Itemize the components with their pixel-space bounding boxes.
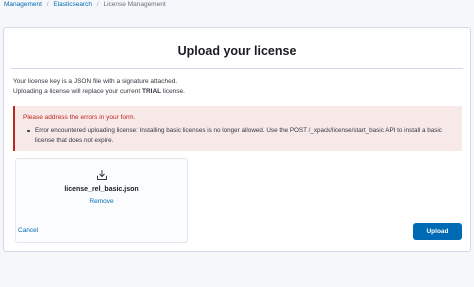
breadcrumb-management[interactable]: Management xyxy=(4,1,42,8)
description-text: Uploading a license will replace your cu… xyxy=(13,88,142,95)
license-type: TRIAL xyxy=(141,88,162,95)
remove-file-link[interactable]: Remove xyxy=(16,198,187,205)
cancel-link[interactable]: Cancel xyxy=(18,227,38,234)
error-message: Error encountered uploading license: Ins… xyxy=(35,127,442,144)
list-bullet xyxy=(27,129,30,132)
error-list: Error encountered uploading license: Ins… xyxy=(23,126,454,145)
description-suffix: license. xyxy=(161,88,185,95)
breadcrumb-separator: / xyxy=(46,1,49,8)
license-description: Your license key is a JSON file with a s… xyxy=(13,77,185,97)
title-divider xyxy=(11,68,463,69)
file-name: license_rel_basic.json xyxy=(64,186,139,193)
breadcrumb: Management / Elasticsearch / License Man… xyxy=(4,0,166,9)
file-import-icon xyxy=(97,170,107,180)
upload-license-panel: Upload your license Your license key is … xyxy=(3,27,471,252)
page-title: Upload your license xyxy=(177,44,297,58)
file-picker[interactable]: license_rel_basic.json Remove xyxy=(15,158,188,243)
breadcrumb-elasticsearch[interactable]: Elasticsearch xyxy=(53,1,92,8)
upload-button[interactable]: Upload xyxy=(413,223,462,240)
description-line-1: Your license key is a JSON file with a s… xyxy=(13,78,178,85)
breadcrumb-separator: / xyxy=(96,1,99,8)
description-line-2: Uploading a license will replace your cu… xyxy=(13,87,185,97)
breadcrumb-license-management: License Management xyxy=(103,1,166,8)
error-callout: Please address the errors in your form. … xyxy=(13,106,462,151)
error-callout-title: Please address the errors in your form. xyxy=(23,114,136,121)
